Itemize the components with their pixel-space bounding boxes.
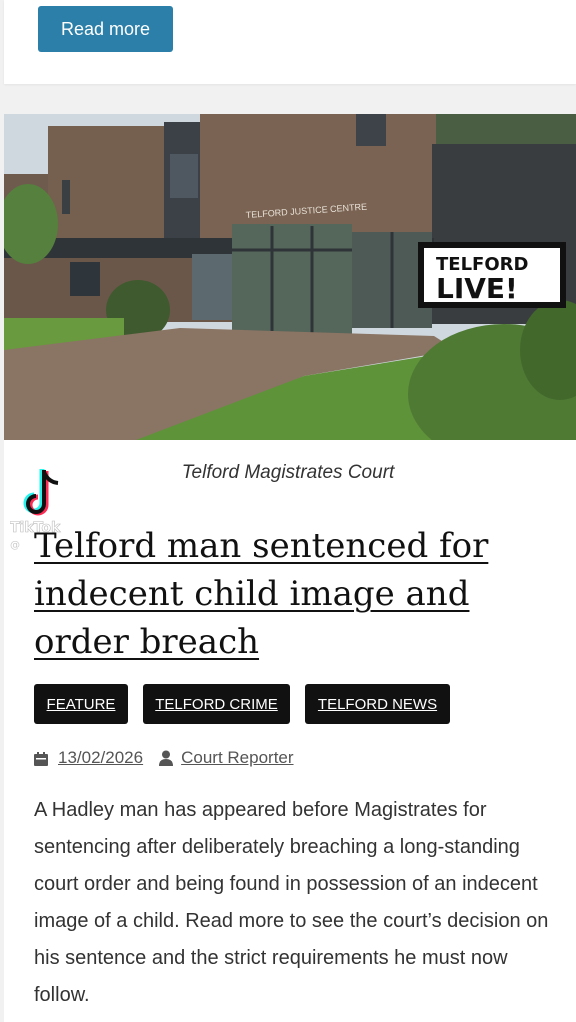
article-excerpt: A Hadley man has appeared before Magistr… — [34, 799, 549, 1006]
svg-text:@: @ — [10, 540, 20, 551]
svg-text:LIVE!: LIVE! — [436, 272, 518, 305]
read-more-button[interactable]: Read more — [38, 6, 173, 52]
tag-telford-crime[interactable]: TELFORD CRIME — [143, 684, 290, 724]
author-link[interactable]: Court Reporter — [181, 748, 293, 768]
tag-feature[interactable]: FEATURE — [34, 684, 128, 724]
user-icon — [159, 750, 174, 766]
tag-telford-news[interactable]: TELFORD NEWS — [305, 684, 450, 724]
tiktok-icon — [23, 469, 59, 516]
article-title[interactable]: Telford man sentenced for indecent child… — [34, 522, 554, 666]
telford-live-logo: TELFORD LIVE! — [418, 242, 566, 308]
previous-article-card: Read more — [4, 0, 576, 84]
calendar-icon — [34, 751, 48, 766]
post-date[interactable]: 13/02/2026 — [58, 748, 143, 768]
featured-image[interactable]: TELFORD JUSTICE CENTRE TELFORD LIVE! — [4, 114, 576, 440]
article-meta: 13/02/2026 Court Reporter — [34, 746, 294, 770]
